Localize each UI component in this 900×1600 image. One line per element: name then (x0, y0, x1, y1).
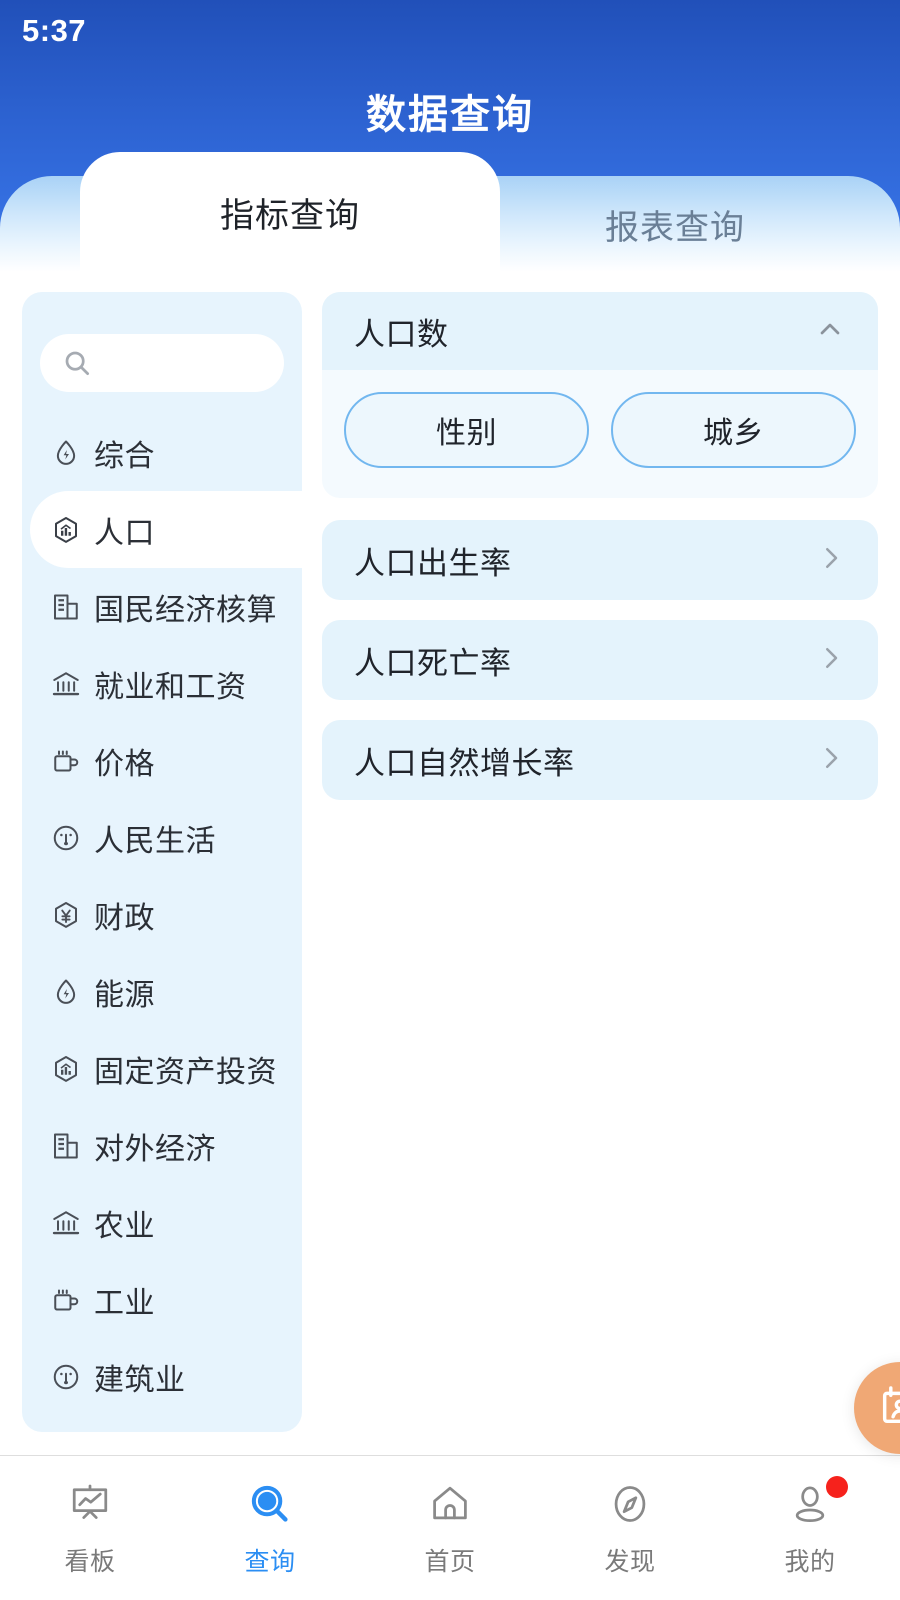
sidebar-item-label: 人口 (94, 516, 155, 550)
sidebar-item-gongye[interactable]: 工业 (22, 1261, 302, 1338)
nav-item-label: 查询 (244, 1548, 296, 1576)
mug-icon (50, 745, 82, 777)
hexagon-chart-icon (50, 514, 82, 546)
nav-item-board[interactable]: 看板 (0, 1478, 180, 1578)
building-chart-icon (50, 591, 82, 623)
indicator-row-label: 人口死亡率 (354, 645, 512, 681)
nav-item-profile[interactable]: 我的 (720, 1476, 900, 1578)
app-screen: 5:37 数据查询 报表查询 指标查询 综合 人口 国民经济核算 就业和工资 价… (0, 0, 900, 1600)
sidebar-item-label: 能源 (94, 978, 155, 1012)
search-wrapper (22, 292, 302, 414)
hexagon-chart-icon (50, 1053, 82, 1085)
indicator-chip-label: 性别 (436, 417, 497, 450)
sidebar-item-label: 建筑业 (94, 1363, 186, 1397)
search-icon (62, 348, 92, 378)
indicator-card-title: 人口数 (354, 316, 449, 352)
sidebar-item-label: 就业和工资 (94, 670, 247, 704)
sidebar-item-jiage[interactable]: 价格 (22, 722, 302, 799)
tab-bar: 报表查询 指标查询 (0, 152, 900, 272)
board-chart-icon (68, 1478, 112, 1530)
indicator-chip-group: 性别 城乡 (322, 370, 878, 498)
indicator-row-death-rate[interactable]: 人口死亡率 (322, 620, 878, 700)
gauge-icon (50, 1361, 82, 1393)
gauge-icon (50, 822, 82, 854)
search-input[interactable] (40, 334, 284, 392)
indicator-row-natural-growth-rate[interactable]: 人口自然增长率 (322, 720, 878, 800)
nav-item-label: 看板 (64, 1548, 116, 1576)
body-area: 综合 人口 国民经济核算 就业和工资 价格 人民生活 财政 能源 固定资产投资 … (0, 272, 900, 1455)
sidebar-item-label: 价格 (94, 747, 155, 781)
chevron-up-icon[interactable] (814, 313, 846, 350)
compass-icon (608, 1478, 652, 1530)
indicator-card-expanded: 人口数 性别 城乡 (322, 292, 878, 498)
sidebar-item-label: 国民经济核算 (94, 593, 277, 627)
tab-report-query-label: 报表查询 (605, 208, 745, 247)
home-icon (428, 1478, 472, 1530)
chevron-right-icon (816, 543, 846, 578)
tab-indicator-query-label: 指标查询 (220, 196, 360, 235)
chevron-right-icon (816, 743, 846, 778)
sidebar-item-label: 对外经济 (94, 1132, 216, 1166)
user-icon (788, 1476, 848, 1530)
sidebar-item-label: 人民生活 (94, 824, 216, 858)
indicator-row-label: 人口自然增长率 (354, 745, 575, 781)
nav-item-label: 首页 (424, 1548, 476, 1576)
chevron-right-icon (816, 643, 846, 678)
status-time: 5:37 (22, 13, 87, 48)
sidebar-item-label: 财政 (94, 901, 155, 935)
sidebar-item-renkou[interactable]: 人口 (30, 491, 302, 568)
sidebar-item-nengyuan[interactable]: 能源 (22, 953, 302, 1030)
sidebar-item-label: 固定资产投资 (94, 1055, 277, 1089)
page-title: 数据查询 (366, 93, 534, 137)
droplet-bolt-icon (50, 437, 82, 469)
hexagon-yuan-icon (50, 899, 82, 931)
indicator-row-label: 人口出生率 (354, 545, 512, 581)
building-chart-icon (50, 1130, 82, 1162)
sidebar-item-nongye[interactable]: 农业 (22, 1184, 302, 1261)
nav-item-query[interactable]: 查询 (180, 1478, 360, 1578)
sidebar-item-label: 农业 (94, 1209, 155, 1243)
tab-report-query[interactable]: 报表查询 (450, 176, 900, 272)
bottom-navigation: 看板 查询 首页 发现 我的 (0, 1455, 900, 1600)
sidebar-item-gudingzichantouzi[interactable]: 固定资产投资 (22, 1030, 302, 1107)
sidebar-item-renminshenghuo[interactable]: 人民生活 (22, 799, 302, 876)
nav-item-home[interactable]: 首页 (360, 1478, 540, 1578)
sidebar-item-label: 综合 (94, 439, 155, 473)
sidebar-item-guominjingjihesuan[interactable]: 国民经济核算 (22, 568, 302, 645)
nav-item-discover[interactable]: 发现 (540, 1478, 720, 1578)
indicator-chip-gender[interactable]: 性别 (344, 392, 589, 468)
droplet-bolt-icon (50, 976, 82, 1008)
tab-indicator-query[interactable]: 指标查询 (80, 152, 500, 272)
mug-icon (50, 1284, 82, 1316)
sidebar-item-jiuyehegongzi[interactable]: 就业和工资 (22, 645, 302, 722)
bank-icon (50, 1207, 82, 1239)
sidebar-item-zonghe[interactable]: 综合 (22, 414, 302, 491)
indicator-list: 人口数 性别 城乡 人口出生率 人口死亡率 人口自然增长率 (322, 292, 878, 820)
indicator-card-header[interactable]: 人口数 (322, 292, 878, 370)
indicator-row-birth-rate[interactable]: 人口出生率 (322, 520, 878, 600)
category-sidebar: 综合 人口 国民经济核算 就业和工资 价格 人民生活 财政 能源 固定资产投资 … (22, 292, 302, 1432)
status-bar: 5:37 (0, 0, 900, 62)
nav-item-label: 发现 (604, 1548, 656, 1576)
indicator-chip-urban-rural[interactable]: 城乡 (611, 392, 856, 468)
sidebar-item-duiwaijingji[interactable]: 对外经济 (22, 1107, 302, 1184)
indicator-chip-label: 城乡 (703, 417, 764, 450)
sidebar-item-caizheng[interactable]: 财政 (22, 876, 302, 953)
sidebar-item-jianzhuye[interactable]: 建筑业 (22, 1338, 302, 1415)
sidebar-item-label: 工业 (94, 1286, 155, 1320)
report-person-icon (877, 1383, 900, 1434)
bank-icon (50, 668, 82, 700)
search-filled-icon (248, 1478, 292, 1530)
notification-badge (826, 1476, 848, 1498)
nav-item-label: 我的 (784, 1548, 836, 1576)
